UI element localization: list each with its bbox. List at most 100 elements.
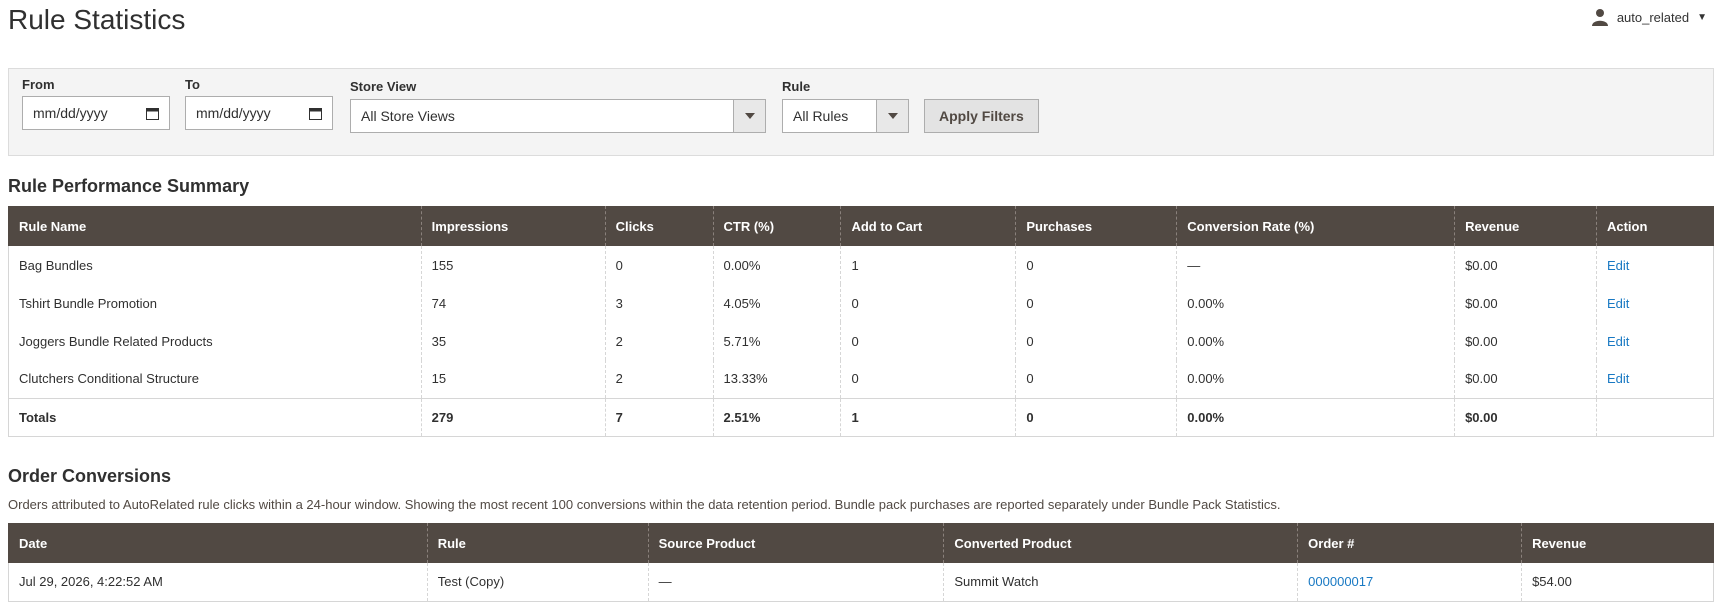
revenue-cell: $0.00 (1454, 322, 1597, 360)
action-cell: Edit (1595, 284, 1715, 322)
account-username: auto_related (1616, 9, 1690, 25)
total-conversion-rate: 0.00% (1176, 397, 1455, 437)
conversion-rate-cell: 0.00% (1176, 360, 1455, 399)
impressions-cell: 155 (420, 246, 606, 284)
conversion-rate-cell: 0.00% (1176, 322, 1455, 360)
action-cell: Edit (1595, 322, 1715, 360)
from-label: From (22, 77, 55, 92)
table-row: Bag Bundles 155 0 0.00% 1 0 — $0.00 Edit (8, 246, 1715, 284)
column-header[interactable]: Purchases (1015, 206, 1177, 246)
add-to-cart-cell: 0 (840, 360, 1016, 399)
ctr-cell: 4.05% (712, 284, 841, 322)
apply-filters-button[interactable]: Apply Filters (924, 99, 1039, 133)
order-conversions-table: Date Rule Source Product Converted Produ… (8, 523, 1714, 602)
totals-action-cell (1595, 397, 1715, 437)
total-purchases: 0 (1015, 397, 1177, 437)
rule-cell: Test (Copy) (426, 563, 649, 602)
rule-name-cell: Tshirt Bundle Promotion (8, 284, 422, 322)
rule-value: All Rules (793, 108, 849, 124)
column-header[interactable]: Clicks (604, 206, 714, 246)
calendar-icon[interactable] (309, 107, 322, 120)
account-menu[interactable]: auto_related ▼ (1591, 8, 1707, 26)
edit-link[interactable]: Edit (1607, 334, 1629, 349)
to-date-input[interactable]: mm/dd/yyyy (185, 96, 333, 130)
revenue-cell: $54.00 (1521, 563, 1714, 602)
to-date-placeholder: mm/dd/yyyy (196, 105, 271, 121)
clicks-cell: 0 (604, 246, 714, 284)
chevron-down-icon[interactable] (876, 100, 908, 132)
totals-row: Totals 279 7 2.51% 1 0 0.00% $0.00 (8, 397, 1715, 437)
action-cell: Edit (1595, 360, 1715, 399)
converted-product-cell: Summit Watch (943, 563, 1298, 602)
rule-label: Rule (782, 79, 811, 94)
purchases-cell: 0 (1015, 322, 1177, 360)
column-header[interactable]: Conversion Rate (%) (1176, 206, 1455, 246)
edit-link[interactable]: Edit (1607, 371, 1629, 386)
rule-summary-table: Rule Name Impressions Clicks CTR (%) Add… (8, 206, 1715, 437)
from-date-placeholder: mm/dd/yyyy (33, 105, 108, 121)
column-header[interactable]: Add to Cart (840, 206, 1016, 246)
table-row: Clutchers Conditional Structure 15 2 13.… (8, 360, 1715, 399)
date-cell: Jul 29, 2026, 4:22:52 AM (8, 563, 428, 602)
column-header[interactable]: Rule Name (8, 206, 422, 246)
calendar-icon[interactable] (146, 107, 159, 120)
from-date-input[interactable]: mm/dd/yyyy (22, 96, 170, 130)
column-header[interactable]: Date (8, 523, 428, 563)
impressions-cell: 15 (420, 360, 606, 399)
column-header: Action (1595, 206, 1714, 246)
column-header[interactable]: Revenue (1521, 523, 1714, 563)
total-clicks: 7 (604, 397, 714, 437)
edit-link[interactable]: Edit (1607, 296, 1629, 311)
table-row: Jul 29, 2026, 4:22:52 AM Test (Copy) — S… (8, 563, 1714, 602)
store-view-label: Store View (350, 79, 417, 94)
column-header[interactable]: Impressions (420, 206, 606, 246)
total-impressions: 279 (420, 397, 606, 437)
revenue-cell: $0.00 (1454, 360, 1597, 399)
add-to-cart-cell: 0 (840, 322, 1016, 360)
clicks-cell: 2 (604, 322, 714, 360)
source-product-cell: — (647, 563, 944, 602)
totals-label: Totals (8, 397, 422, 437)
clicks-cell: 2 (604, 360, 714, 399)
ctr-cell: 13.33% (712, 360, 841, 399)
revenue-cell: $0.00 (1454, 284, 1597, 322)
column-header[interactable]: Revenue (1454, 206, 1597, 246)
total-revenue: $0.00 (1454, 397, 1597, 437)
order-number-cell: 000000017 (1297, 563, 1522, 602)
page-title: Rule Statistics (8, 4, 186, 35)
rule-select[interactable]: All Rules (782, 99, 909, 133)
conversion-rate-cell: — (1176, 246, 1455, 284)
impressions-cell: 74 (420, 284, 606, 322)
column-header[interactable]: CTR (%) (712, 206, 841, 246)
table-row: Joggers Bundle Related Products 35 2 5.7… (8, 322, 1715, 360)
clicks-cell: 3 (604, 284, 714, 322)
rule-name-cell: Joggers Bundle Related Products (8, 322, 422, 360)
edit-link[interactable]: Edit (1607, 258, 1629, 273)
conversion-rate-cell: 0.00% (1176, 284, 1455, 322)
ctr-cell: 5.71% (712, 322, 841, 360)
order-link[interactable]: 000000017 (1308, 574, 1373, 589)
add-to-cart-cell: 0 (840, 284, 1016, 322)
column-header[interactable]: Order # (1297, 523, 1522, 563)
purchases-cell: 0 (1015, 246, 1177, 284)
user-icon (1591, 9, 1608, 26)
conversions-title: Order Conversions (8, 466, 172, 486)
revenue-cell: $0.00 (1454, 246, 1597, 284)
column-header[interactable]: Rule (426, 523, 649, 563)
impressions-cell: 35 (420, 322, 606, 360)
table-header-row: Rule Name Impressions Clicks CTR (%) Add… (8, 206, 1714, 246)
to-label: To (185, 77, 200, 92)
total-add-to-cart: 1 (840, 397, 1016, 437)
store-view-select[interactable]: All Store Views (350, 99, 766, 133)
store-view-value: All Store Views (361, 108, 455, 124)
column-header[interactable]: Source Product (647, 523, 944, 563)
chevron-down-icon: ▼ (1697, 11, 1707, 23)
chevron-down-icon[interactable] (733, 100, 765, 132)
purchases-cell: 0 (1015, 284, 1177, 322)
summary-title: Rule Performance Summary (8, 176, 250, 196)
rule-name-cell: Bag Bundles (8, 246, 422, 284)
column-header[interactable]: Converted Product (943, 523, 1298, 563)
conversions-note: Orders attributed to AutoRelated rule cl… (8, 497, 1281, 512)
action-cell: Edit (1595, 246, 1715, 284)
purchases-cell: 0 (1015, 360, 1177, 399)
